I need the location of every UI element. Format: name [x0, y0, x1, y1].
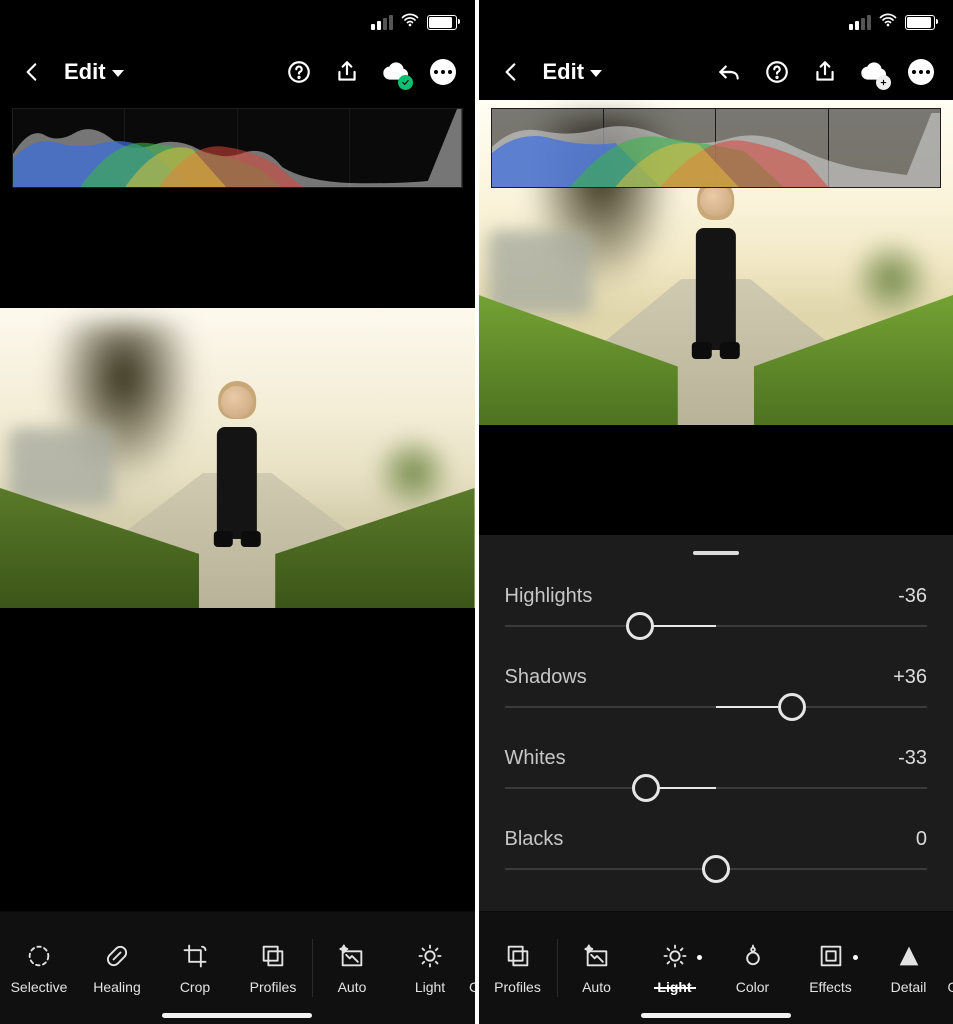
back-button[interactable]: [489, 50, 533, 94]
back-button[interactable]: [10, 50, 54, 94]
more-button[interactable]: [899, 50, 943, 94]
effects-icon: [816, 941, 846, 971]
tool-detail[interactable]: Detail: [870, 941, 948, 995]
auto-icon: [337, 941, 367, 971]
spacer-below-photo: [0, 608, 475, 911]
tool-healing[interactable]: Healing: [78, 941, 156, 995]
mode-dropdown[interactable]: Edit: [537, 59, 609, 85]
slider-value: -36: [898, 585, 927, 608]
tool-strip[interactable]: Selective Healing Crop Profiles Auto L: [0, 911, 475, 1024]
tool-strip[interactable]: Profiles Auto Light Color Effects: [479, 911, 953, 1024]
slider-value: -33: [898, 747, 927, 770]
wifi-icon: [400, 10, 420, 35]
light-panel: Highlights -36 Shadows +36: [479, 571, 953, 911]
histogram[interactable]: [12, 108, 463, 188]
selective-icon: [24, 941, 54, 971]
battery-icon: [905, 15, 935, 30]
cloud-sync-button[interactable]: [851, 50, 895, 94]
phone-right: Edit: [479, 0, 953, 1024]
tool-selective[interactable]: Selective: [0, 941, 78, 995]
modified-dot-icon: [853, 955, 858, 960]
tool-auto[interactable]: Auto: [558, 941, 636, 995]
screenshot-pair: Edit: [0, 0, 953, 1024]
slider-label: Blacks: [505, 828, 564, 851]
photo-and-histogram: [479, 100, 953, 425]
slider-value: 0: [916, 828, 927, 851]
mode-label: Edit: [543, 59, 585, 85]
spacer-below-photo: [479, 425, 953, 535]
profiles-icon: [258, 941, 288, 971]
color-icon: [738, 941, 768, 971]
modified-dot-icon: [697, 955, 702, 960]
cloud-synced-badge-icon: [398, 75, 413, 90]
light-icon: [660, 941, 690, 971]
more-button[interactable]: [421, 50, 465, 94]
slider-track[interactable]: [505, 770, 928, 806]
slider-value: +36: [893, 666, 927, 689]
tool-optics-partial[interactable]: O: [948, 941, 953, 995]
home-indicator[interactable]: [162, 1013, 312, 1018]
mode-label: Edit: [64, 59, 106, 85]
color-icon: [472, 941, 475, 971]
battery-icon: [427, 15, 457, 30]
panel-drag-handle[interactable]: [479, 535, 953, 571]
tool-effects[interactable]: Effects: [792, 941, 870, 995]
help-button[interactable]: [277, 50, 321, 94]
tool-light[interactable]: Light: [391, 941, 469, 995]
profiles-icon: [503, 941, 533, 971]
tool-crop[interactable]: Crop: [156, 941, 234, 995]
photo-subject: [683, 185, 749, 354]
undo-button[interactable]: [707, 50, 751, 94]
top-bar: Edit: [0, 44, 475, 100]
tool-auto[interactable]: Auto: [313, 941, 391, 995]
slider-blacks: Blacks 0: [505, 814, 928, 895]
mode-dropdown[interactable]: Edit: [58, 59, 130, 85]
slider-track[interactable]: [505, 851, 928, 887]
crop-icon: [180, 941, 210, 971]
detail-icon: [894, 941, 924, 971]
tool-profiles[interactable]: Profiles: [234, 941, 312, 995]
cloud-pending-badge-icon: [876, 75, 891, 90]
home-indicator[interactable]: [641, 1013, 791, 1018]
caret-down-icon: [112, 70, 124, 77]
status-bar: [479, 0, 953, 44]
cloud-sync-button[interactable]: [373, 50, 417, 94]
wifi-icon: [878, 10, 898, 35]
caret-down-icon: [590, 70, 602, 77]
slider-label: Whites: [505, 747, 566, 770]
photo-subject: [204, 386, 270, 542]
tool-color[interactable]: Color: [714, 941, 792, 995]
cellular-signal-icon: [371, 15, 393, 30]
phone-left: Edit: [0, 0, 479, 1024]
help-button[interactable]: [755, 50, 799, 94]
slider-track[interactable]: [505, 608, 928, 644]
slider-whites: Whites -33: [505, 733, 928, 814]
light-icon: [415, 941, 445, 971]
healing-icon: [102, 941, 132, 971]
slider-track[interactable]: [505, 689, 928, 725]
cellular-signal-icon: [849, 15, 871, 30]
share-button[interactable]: [803, 50, 847, 94]
share-button[interactable]: [325, 50, 369, 94]
slider-highlights: Highlights -36: [505, 571, 928, 652]
spacer-above-photo: [0, 188, 475, 308]
tool-color-partial[interactable]: Col: [469, 941, 475, 995]
slider-label: Shadows: [505, 666, 587, 689]
slider-shadows: Shadows +36: [505, 652, 928, 733]
tool-light[interactable]: Light: [636, 941, 714, 995]
auto-icon: [582, 941, 612, 971]
slider-label: Highlights: [505, 585, 593, 608]
photo-canvas[interactable]: [0, 308, 475, 608]
tool-profiles[interactable]: Profiles: [479, 941, 557, 995]
status-bar: [0, 0, 475, 44]
histogram[interactable]: [491, 108, 942, 188]
top-bar: Edit: [479, 44, 953, 100]
